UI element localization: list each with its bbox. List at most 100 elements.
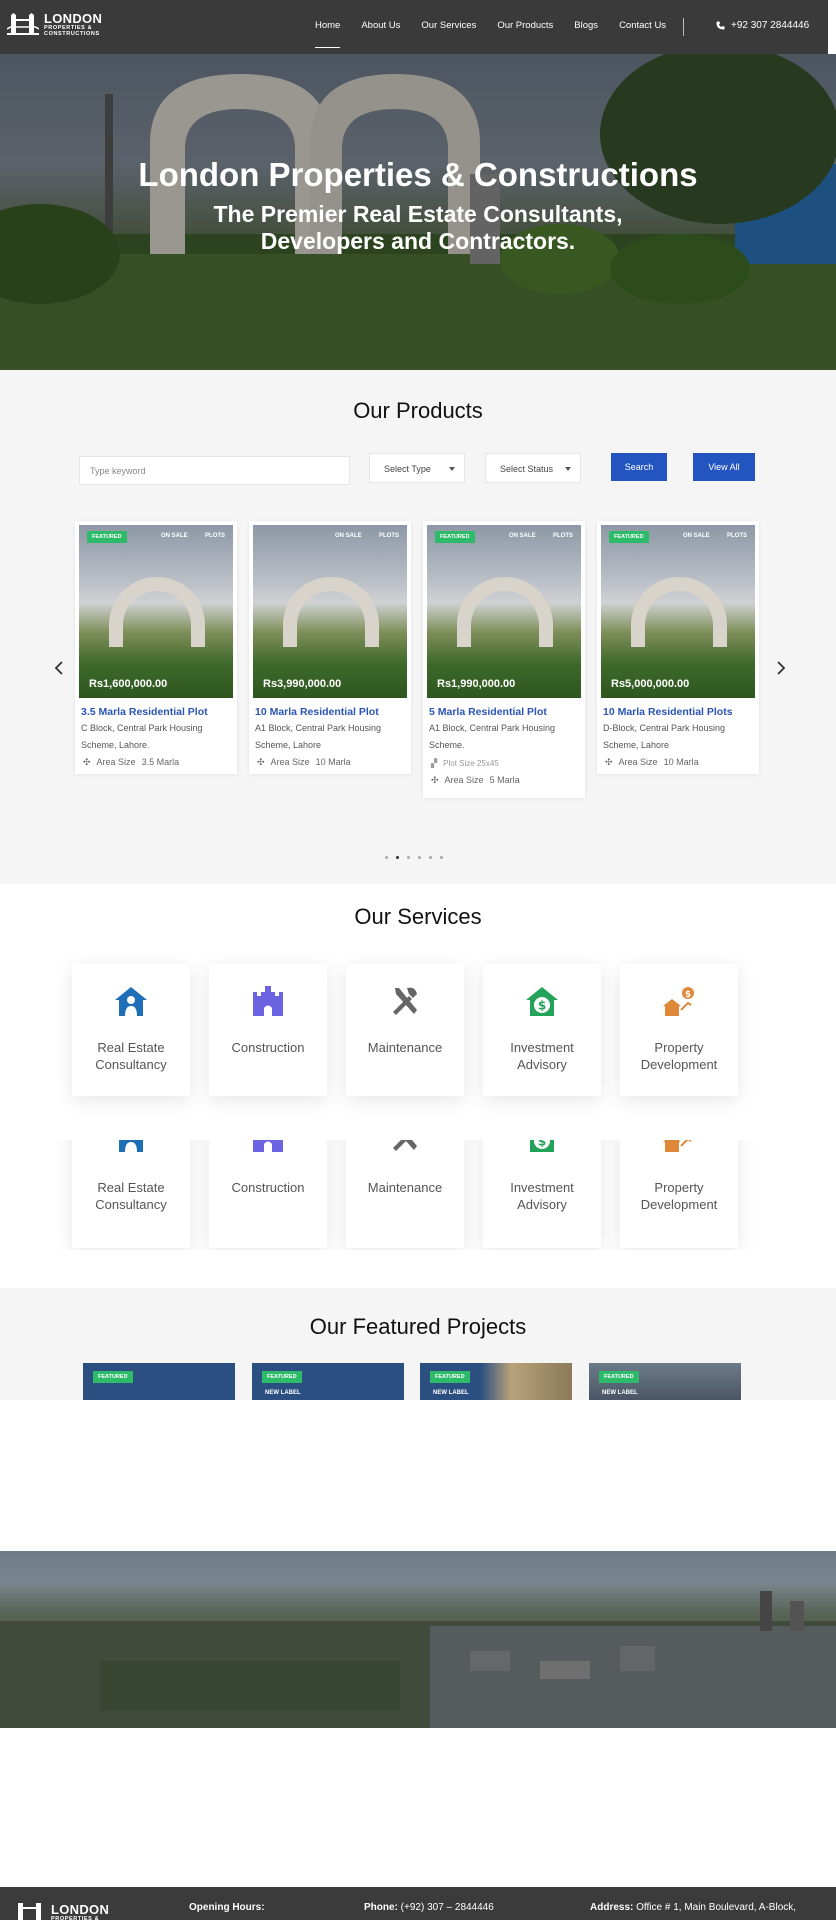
footer-phone[interactable]: Phone: (+92) 307 – 2844446 [364, 1902, 494, 1913]
featured-project-card[interactable]: FEATURED NEW LABEL [420, 1363, 572, 1400]
arch-shape [457, 577, 553, 647]
product-card[interactable]: FEATURED ON SALE PLOTS Rs1,990,000.00 5 … [423, 521, 585, 798]
slider-next-button[interactable] [776, 659, 786, 680]
site-logo[interactable]: LONDON PROPERTIES & CONSTRUCTIONS [7, 12, 102, 37]
map-icon: ▞ [431, 758, 438, 768]
nav-contact-us[interactable]: Contact Us [619, 20, 666, 31]
area-value: 3.5 Marla [141, 757, 180, 767]
nav-our-products[interactable]: Our Products [497, 20, 553, 31]
search-button[interactable]: Search [611, 453, 667, 481]
product-card[interactable]: FEATURED ON SALE PLOTS Rs5,000,000.00 10… [597, 521, 759, 774]
product-address: D-Block, Central Park Housing Scheme, La… [603, 723, 726, 750]
select-status-label: Select Status [500, 464, 554, 474]
area-label: Area Size [96, 757, 136, 767]
service-label: Real Estate Consultancy [95, 1040, 167, 1072]
new-label-badge: NEW LABEL [265, 1390, 301, 1396]
featured-title: Our Featured Projects [309, 1314, 527, 1339]
product-card[interactable]: ON SALE PLOTS Rs3,990,000.00 10 Marla Re… [249, 521, 411, 774]
service-card[interactable]: $ Property Development [620, 964, 738, 1096]
search-input[interactable]: Type keyword [79, 456, 350, 485]
svg-text:$: $ [685, 990, 691, 1000]
area-arrows-icon: ✣ [83, 756, 91, 767]
service-card[interactable]: $ Investment Advisory [483, 1140, 601, 1248]
type-badge: PLOTS [553, 533, 574, 539]
area-label: Area Size [444, 775, 484, 785]
nav-home[interactable]: Home [315, 20, 341, 48]
product-title[interactable]: 10 Marla Residential Plots [597, 702, 759, 718]
tower-bridge-icon [18, 1903, 41, 1920]
product-address: C Block, Central Park Housing Scheme, La… [81, 723, 203, 750]
header-phone[interactable]: +92 307 2844446 [716, 20, 809, 31]
area-value: 10 Marla [663, 757, 699, 767]
service-card[interactable]: Real Estate Consultancy [72, 964, 190, 1096]
service-card[interactable]: Real Estate Consultancy [72, 1140, 190, 1248]
slider-dot[interactable] [407, 856, 410, 859]
tower-bridge-icon [7, 13, 39, 35]
area-arrows-icon: ✣ [605, 756, 613, 767]
arch-shape [631, 577, 727, 647]
featured-badge: FEATURED [430, 1371, 470, 1383]
footer-logo[interactable]: LONDON PROPERTIES & [14, 1901, 109, 1920]
service-card[interactable]: $ Investment Advisory [483, 964, 601, 1096]
nav-blogs[interactable]: Blogs [574, 20, 598, 31]
product-plot-size: ▞ Plot Size 25x45 [423, 754, 585, 772]
slider-prev-button[interactable] [54, 659, 64, 680]
on-sale-badge: ON SALE [509, 533, 536, 539]
castle-icon [250, 1140, 286, 1154]
hero-title: London Properties & Constructions [138, 156, 698, 193]
service-card[interactable]: Maintenance [346, 964, 464, 1096]
service-label: Construction [231, 1040, 305, 1055]
type-badge: PLOTS [205, 533, 226, 539]
featured-project-card[interactable]: FEATURED NEW LABEL [252, 1363, 404, 1400]
new-label-badge: NEW LABEL [602, 1390, 638, 1396]
slider-dot[interactable] [385, 856, 388, 859]
product-address: A1 Block, Central Park Housing Scheme. [429, 723, 556, 750]
on-sale-badge: ON SALE [161, 533, 188, 539]
slider-dot[interactable] [429, 856, 432, 859]
property-growth-icon: $ [661, 1140, 697, 1154]
tools-icon [387, 984, 423, 1018]
product-card[interactable]: FEATURED ON SALE PLOTS Rs1,600,000.00 3.… [75, 521, 237, 774]
service-label: Property Development [640, 1040, 718, 1072]
arch-shape [109, 577, 205, 647]
footer-opening-hours: Opening Hours: [189, 1902, 265, 1913]
area-label: Area Size [270, 757, 310, 767]
service-card[interactable]: Construction [209, 1140, 327, 1248]
slider-dot[interactable] [418, 856, 421, 859]
nav-our-services[interactable]: Our Services [421, 20, 476, 31]
dollar-house-icon: $ [524, 984, 560, 1018]
product-image: ON SALE PLOTS Rs3,990,000.00 [253, 525, 407, 698]
select-type-dropdown[interactable]: Select Type [369, 453, 465, 483]
product-image: FEATURED ON SALE PLOTS Rs1,990,000.00 [427, 525, 581, 698]
product-title[interactable]: 3.5 Marla Residential Plot [75, 702, 237, 718]
footer-address-label: Address: [590, 1902, 634, 1913]
product-title[interactable]: 10 Marla Residential Plot [249, 702, 411, 718]
plot-size-value: Plot Size 25x45 [443, 758, 499, 768]
slider-dot[interactable] [440, 856, 443, 859]
featured-project-card[interactable]: FEATURED NEW LABEL [589, 1363, 741, 1400]
slider-pagination [385, 856, 443, 859]
service-card[interactable]: Maintenance [346, 1140, 464, 1248]
logo-main-text: LONDON [51, 1902, 110, 1917]
aerial-overlay [0, 1551, 836, 1728]
service-card[interactable]: $ Property Development [620, 1140, 738, 1248]
site-footer: LONDON PROPERTIES & Opening Hours: Phone… [0, 1887, 836, 1920]
featured-badge: FEATURED [435, 531, 475, 543]
dollar-house-icon: $ [524, 1140, 560, 1154]
featured-badge: FEATURED [609, 531, 649, 543]
select-type-label: Select Type [384, 464, 431, 474]
featured-project-card[interactable]: FEATURED [83, 1363, 235, 1400]
caret-down-icon [565, 467, 571, 471]
featured-badge: FEATURED [93, 1371, 133, 1383]
product-title[interactable]: 5 Marla Residential Plot [423, 702, 585, 718]
select-status-dropdown[interactable]: Select Status [485, 453, 581, 483]
view-all-button[interactable]: View All [693, 453, 755, 481]
nav-about-us[interactable]: About Us [361, 20, 400, 31]
service-card[interactable]: Construction [209, 964, 327, 1096]
house-person-icon [113, 1140, 149, 1154]
service-label: Maintenance [367, 1180, 443, 1195]
product-price: Rs3,990,000.00 [263, 678, 342, 690]
product-price: Rs1,600,000.00 [89, 678, 168, 690]
slider-dot[interactable] [396, 856, 399, 859]
service-label: Construction [231, 1180, 305, 1195]
